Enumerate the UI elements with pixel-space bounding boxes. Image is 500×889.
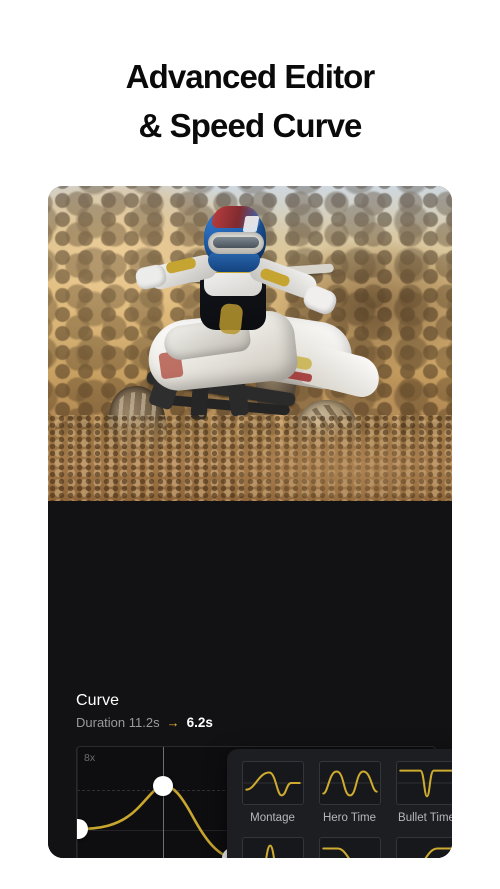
curve-title: Curve xyxy=(76,692,120,709)
curve-duration-new: 6.2s xyxy=(186,715,213,730)
video-preview[interactable] xyxy=(48,186,452,501)
curve-duration-original: Duration 11.2s xyxy=(76,715,160,730)
curve-bullet-time-icon xyxy=(395,761,452,805)
curve-header: Curve Duration 11.2s → 6.2s xyxy=(76,692,213,730)
page-title-line-2: & Speed Curve xyxy=(138,107,362,144)
arrow-right-icon: → xyxy=(166,715,180,730)
preset-montage-label: Montage xyxy=(250,812,295,824)
page-title: Advanced Editor & Speed Curve xyxy=(0,52,500,150)
speed-curve-editor-panel: Curve Duration 11.2s → 6.2s 8x 1/8x xyxy=(48,501,452,858)
preset-fast-out[interactable]: Fast Out xyxy=(391,837,452,858)
curve-node-2[interactable] xyxy=(153,776,173,796)
dust-cloud-front xyxy=(48,381,452,501)
preset-hero-time-label: Hero Time xyxy=(322,812,377,824)
curve-duration-row: Duration 11.2s → 6.2s xyxy=(76,715,213,730)
app-screenshot-card: Curve Duration 11.2s → 6.2s 8x 1/8x xyxy=(48,186,452,858)
preset-jump-cut[interactable]: Jump Cut xyxy=(237,837,308,858)
curve-hero-time-icon xyxy=(318,761,381,805)
page-title-line-1: Advanced Editor xyxy=(125,58,376,95)
preset-bullet-time-label: Bullet Time xyxy=(398,812,452,824)
rider-belly-panel xyxy=(218,302,244,336)
rider-helmet-chinbar xyxy=(208,252,260,272)
rider-goggles xyxy=(208,232,264,254)
rider-helmet-number xyxy=(242,216,260,232)
curve-montage-icon xyxy=(241,761,304,805)
preset-fast-in[interactable]: Fast In xyxy=(314,837,385,858)
page-root: Advanced Editor & Speed Curve Curve Dura… xyxy=(0,0,500,889)
preset-bullet-time[interactable]: Bullet Time xyxy=(391,761,452,833)
curve-preset-popover: Montage Hero Time Bullet Time xyxy=(227,749,452,858)
curve-jump-cut-icon xyxy=(241,837,304,858)
curve-fast-out-icon xyxy=(395,837,452,858)
preset-hero-time[interactable]: Hero Time xyxy=(314,761,385,833)
preset-montage[interactable]: Montage xyxy=(237,761,308,833)
curve-fast-in-icon xyxy=(318,837,381,858)
